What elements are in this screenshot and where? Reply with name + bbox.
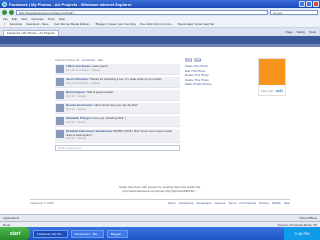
footer-link[interactable]: Advertising [179, 201, 194, 205]
photo-actions: Prev Next Share This Photo Edit This Pho… [185, 58, 225, 87]
prev-button[interactable]: Prev [185, 58, 192, 62]
avatar[interactable] [56, 78, 64, 86]
avatar[interactable] [56, 117, 64, 125]
facebook-chat-bar: Applications Chat (Offline) [0, 214, 320, 221]
advertisement[interactable]: More Ads at&t [258, 58, 286, 96]
comment-item: Brian Gaynes That is great people! Oct 22… [55, 90, 180, 101]
favorite-item[interactable]: Blogger: Create your free blog [96, 22, 136, 26]
comment-meta: Oct 22 at 3:32pm · Delete [66, 67, 101, 72]
comment-link[interactable]: Comment [82, 58, 95, 62]
status-text: Done [3, 222, 11, 227]
favorite-item[interactable]: Favorites [10, 22, 22, 26]
safety-menu[interactable]: Safety [296, 30, 305, 34]
favorite-item[interactable]: Free Web Forms to Cre... [140, 22, 174, 26]
menu-file[interactable]: File [3, 17, 8, 21]
favorite-item[interactable]: Facebook - New... [26, 22, 50, 26]
page-menu[interactable]: Page [285, 30, 292, 34]
taskbar-item[interactable]: Facebook | My Ph... [33, 229, 68, 238]
comment-item: Lillian Van Buren Looks good! Oct 22 at 3… [55, 64, 180, 75]
favorites-star-icon: ★ [3, 22, 6, 26]
comment-item: Jason Plimpton Thanks for checking it ou… [55, 77, 180, 88]
applications-button[interactable]: Applications [3, 216, 19, 220]
start-button[interactable]: start [0, 227, 30, 240]
page-content: Added October 22 · Comment · Like Lillia… [0, 36, 320, 214]
menu-view[interactable]: View [21, 17, 27, 21]
tab-bar: Facebook | My Photos - Art Projects Page… [0, 28, 320, 36]
menu-edit[interactable]: Edit [12, 17, 17, 21]
comment-list: Lillian Van Buren Looks good! Oct 22 at 3… [55, 64, 180, 151]
close-button[interactable] [313, 1, 319, 7]
share-link-text: Share this photo with anyone by sending … [119, 185, 201, 193]
comment-item: Bonnie Hansmann I don't know how you can… [55, 103, 180, 114]
comment-meta: Oct 23 · Delete [66, 106, 87, 111]
address-bar: http://www.facebook.com/photo.php?pid=..… [0, 8, 320, 16]
comment-meta: Oct 24 · Delete [66, 136, 87, 140]
copyright: Facebook © 2009 [30, 201, 54, 205]
search-input[interactable]: Google [270, 9, 318, 15]
like-link[interactable]: Like [98, 58, 104, 62]
forward-button[interactable] [9, 9, 14, 15]
avatar[interactable] [56, 91, 64, 99]
menu-favorites[interactable]: Favorites [31, 17, 43, 21]
ad-footer[interactable]: More Ads [261, 89, 274, 93]
page-footer: Facebook © 2009 About Advertising Develo… [30, 199, 290, 205]
avatar[interactable] [56, 104, 64, 112]
photo-meta: Added October 22 · Comment · Like [55, 58, 104, 62]
comment-meta: Oct 23 · Delete [66, 119, 87, 124]
footer-link[interactable]: Help [284, 201, 290, 205]
footer-link[interactable]: Privacy [259, 201, 269, 205]
zone-text: Internet | Protected Mode: Off [277, 222, 317, 227]
taskbar: start Facebook | My Ph... Document1 - Mi… [0, 227, 320, 240]
tools-menu[interactable]: Tools [309, 30, 316, 34]
url-field[interactable]: http://www.facebook.com/photo.php?pid=..… [16, 9, 268, 15]
comment-text: That is great people! [86, 90, 114, 94]
next-button[interactable]: Next [194, 58, 201, 62]
chat-button[interactable]: Chat (Offline) [299, 216, 317, 220]
ad-image [259, 59, 285, 85]
taskbar-item[interactable]: Document1 - Mic... [70, 229, 104, 238]
menu-help[interactable]: Help [59, 17, 65, 21]
clock: 3:48 PM [284, 227, 320, 240]
favorite-item[interactable]: Get Internet Media Edition... [54, 22, 91, 26]
internet-explorer-icon [2, 1, 7, 7]
footer-link[interactable]: About [168, 201, 176, 205]
comment-text: I don't know how you can do that! [93, 103, 138, 107]
menu-tools[interactable]: Tools [48, 17, 55, 21]
maximize-button[interactable] [306, 1, 312, 7]
comment-meta: Oct 22 · Delete [66, 93, 87, 98]
avatar[interactable] [56, 130, 64, 138]
footer-link[interactable]: Terms [228, 201, 236, 205]
comment-text: Love you. Amazing Phil :) [92, 116, 126, 120]
footer-link[interactable]: Mobile [272, 201, 281, 205]
make-profile-picture-link[interactable]: Make Profile Picture [185, 82, 225, 87]
title-bar: Facebook | My Photos - Art Projects - Wi… [0, 0, 320, 8]
comment-item: Elizabeth Plunger Love you. Amazing Phil… [55, 116, 180, 127]
favorites-bar: ★ Favorites Facebook - New... Get Intern… [0, 21, 320, 28]
comment-meta: Oct 22 at 6:02pm · Delete [66, 80, 101, 85]
minimize-button[interactable] [299, 1, 305, 7]
window-title: Facebook | My Photos - Art Projects - Wi… [9, 1, 132, 7]
taskbar-item[interactable]: Blogger... [106, 229, 128, 238]
att-logo: at&t [275, 88, 283, 93]
write-comment-input[interactable]: Write a comment... [55, 144, 180, 151]
facebook-header [0, 36, 320, 47]
footer-link[interactable]: Find Friends [239, 201, 256, 205]
back-button[interactable] [2, 9, 7, 15]
favorite-item[interactable]: Newsmaker: Enter feed bar [178, 22, 215, 26]
footer-link[interactable]: Developers [196, 201, 211, 205]
avatar[interactable] [56, 65, 64, 73]
comment-item: Rebekah Hansmann Vandermeer WORK COOL! D… [55, 129, 180, 143]
footer-link[interactable]: Careers [215, 201, 226, 205]
